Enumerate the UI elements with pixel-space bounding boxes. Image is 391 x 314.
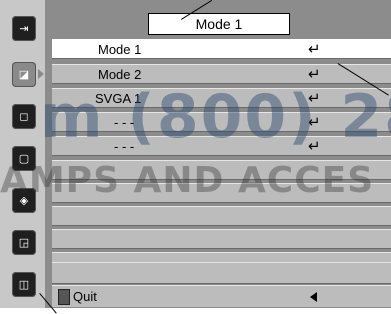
enter-icon: ↵ xyxy=(308,40,321,58)
menu-row-mode-1[interactable]: Mode 1 ↵ xyxy=(52,39,391,59)
input-tab-icon[interactable]: ⇥ xyxy=(12,16,36,41)
enter-icon: ↵ xyxy=(308,137,321,155)
enter-icon: ↵ xyxy=(308,113,321,131)
screen-tab-icon[interactable]: ▢ xyxy=(12,146,36,171)
picture-tab-icon[interactable]: ◪ xyxy=(12,62,36,87)
image-tab-icon[interactable]: ◫ xyxy=(12,272,36,297)
menu-tab-sidebar: ⇥ ◪ ◻ ▢ ◈ ◲ ◫ xyxy=(0,0,45,308)
menu-row-blank xyxy=(52,229,391,249)
menu-panel: Mode 1 Mode 1 ↵ Mode 2 ↵ SVGA 1 ↵ - - - … xyxy=(45,0,391,308)
menu-row-blank xyxy=(52,160,391,180)
menu-row-empty-1[interactable]: - - - ↵ xyxy=(52,112,391,132)
setting-tab-icon[interactable]: ◈ xyxy=(12,188,36,213)
left-arrow-icon xyxy=(310,292,317,302)
menu-row-blank xyxy=(52,183,391,203)
quit-label: Quit xyxy=(73,289,97,304)
menu-row-blank xyxy=(52,262,391,284)
menu-row-svga-1[interactable]: SVGA 1 ↵ xyxy=(52,88,391,108)
menu-row-blank xyxy=(52,206,391,226)
quit-icon xyxy=(58,289,70,305)
enter-icon: ↵ xyxy=(308,89,321,107)
language-tab-icon[interactable]: ◲ xyxy=(12,230,36,255)
active-tab-arrow-icon xyxy=(38,69,44,79)
menu-row-mode-2[interactable]: Mode 2 ↵ xyxy=(52,64,391,84)
quit-button[interactable]: Quit xyxy=(52,285,391,307)
enter-icon: ↵ xyxy=(308,65,321,83)
menu-row-empty-2[interactable]: - - - ↵ xyxy=(52,136,391,156)
menu-title: Mode 1 xyxy=(148,13,290,35)
monitor-tab-icon[interactable]: ◻ xyxy=(12,104,36,129)
